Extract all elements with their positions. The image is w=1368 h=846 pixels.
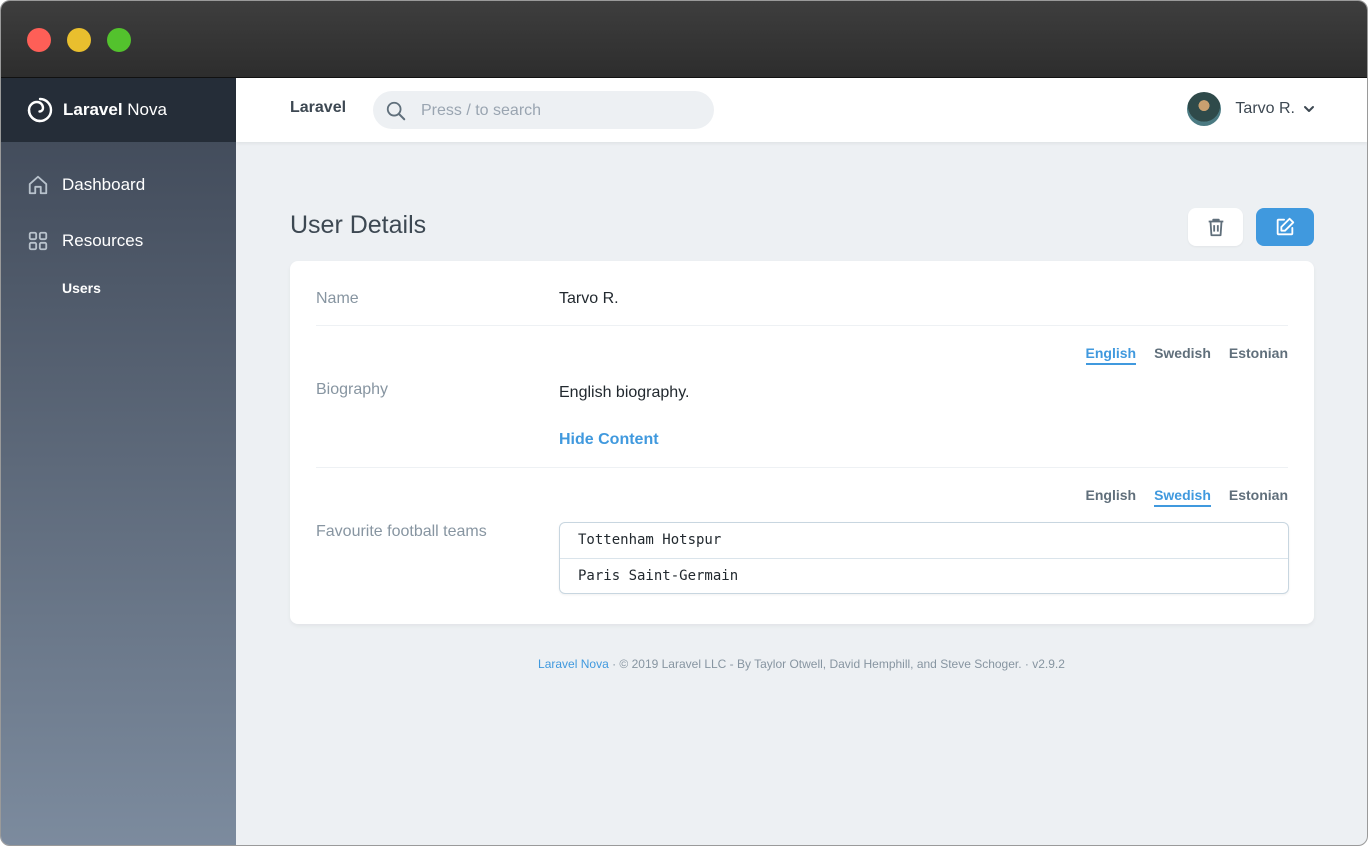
home-icon <box>28 175 48 195</box>
tab-estonian[interactable]: Estonian <box>1229 487 1288 507</box>
biography-value: English biography. <box>559 384 690 401</box>
biography-label: Biography <box>316 381 389 398</box>
tab-estonian[interactable]: Estonian <box>1229 345 1288 365</box>
tab-swedish[interactable]: Swedish <box>1154 345 1211 365</box>
sidebar-item-label: Dashboard <box>62 175 146 194</box>
tab-english[interactable]: English <box>1085 345 1137 365</box>
edit-icon <box>1276 217 1295 236</box>
name-label: Name <box>316 290 359 307</box>
app-window: Laravel Nova Dashboard Resources Users L… <box>0 0 1368 846</box>
grid-icon <box>28 231 48 251</box>
user-menu[interactable]: Tarvo R. <box>1187 92 1315 126</box>
title-bar <box>1 1 1367 78</box>
delete-button[interactable] <box>1188 208 1243 246</box>
global-search[interactable] <box>373 91 714 131</box>
footer-version: v2.9.2 <box>1032 657 1065 671</box>
maximize-window-button[interactable] <box>107 28 131 52</box>
search-icon <box>386 101 406 121</box>
nova-logo-icon <box>27 97 53 123</box>
minimize-window-button[interactable] <box>67 28 91 52</box>
close-window-button[interactable] <box>27 28 51 52</box>
top-bar: Laravel Tarvo R. <box>236 78 1367 142</box>
sidebar-item-label: Resources <box>62 231 144 250</box>
brand[interactable]: Laravel Nova <box>1 78 236 142</box>
footer-nova-link[interactable]: Laravel Nova <box>538 657 609 671</box>
brand-name: Laravel Nova <box>63 100 167 119</box>
page-title: User Details <box>290 211 427 239</box>
hide-content-link[interactable]: Hide Content <box>559 431 659 449</box>
details-card: Name Tarvo R. English Swedish Estonian B… <box>290 261 1314 624</box>
footer-copyright: © 2019 Laravel LLC - By Taylor Otwell, D… <box>619 657 1022 671</box>
name-value: Tarvo R. <box>559 290 619 307</box>
football-teams-code-field: Tottenham Hotspur Paris Saint-Germain <box>559 522 1289 594</box>
user-name: Tarvo R. <box>1235 100 1295 117</box>
sidebar-item-resources[interactable]: Resources <box>27 230 143 252</box>
sidebar-item-dashboard[interactable]: Dashboard <box>27 174 145 196</box>
code-line: Paris Saint-Germain <box>560 558 1288 594</box>
edit-button[interactable] <box>1256 208 1314 246</box>
football-locale-tabs: English Swedish Estonian <box>1086 487 1288 507</box>
chevron-down-icon <box>1304 106 1314 112</box>
tab-english[interactable]: English <box>1086 487 1137 507</box>
app-name[interactable]: Laravel <box>290 99 346 117</box>
divider <box>316 325 1288 326</box>
biography-locale-tabs: English Swedish Estonian <box>1085 345 1288 365</box>
tab-swedish[interactable]: Swedish <box>1154 487 1211 507</box>
divider <box>316 467 1288 468</box>
football-label: Favourite football teams <box>316 523 487 540</box>
avatar <box>1187 92 1222 126</box>
trash-icon <box>1208 218 1223 237</box>
sidebar: Laravel Nova Dashboard Resources Users <box>1 78 236 845</box>
footer: Laravel Nova · © 2019 Laravel LLC - By T… <box>538 657 1065 671</box>
search-input[interactable] <box>419 91 703 131</box>
sidebar-item-users[interactable]: Users <box>62 280 101 296</box>
code-line: Tottenham Hotspur <box>578 532 722 548</box>
